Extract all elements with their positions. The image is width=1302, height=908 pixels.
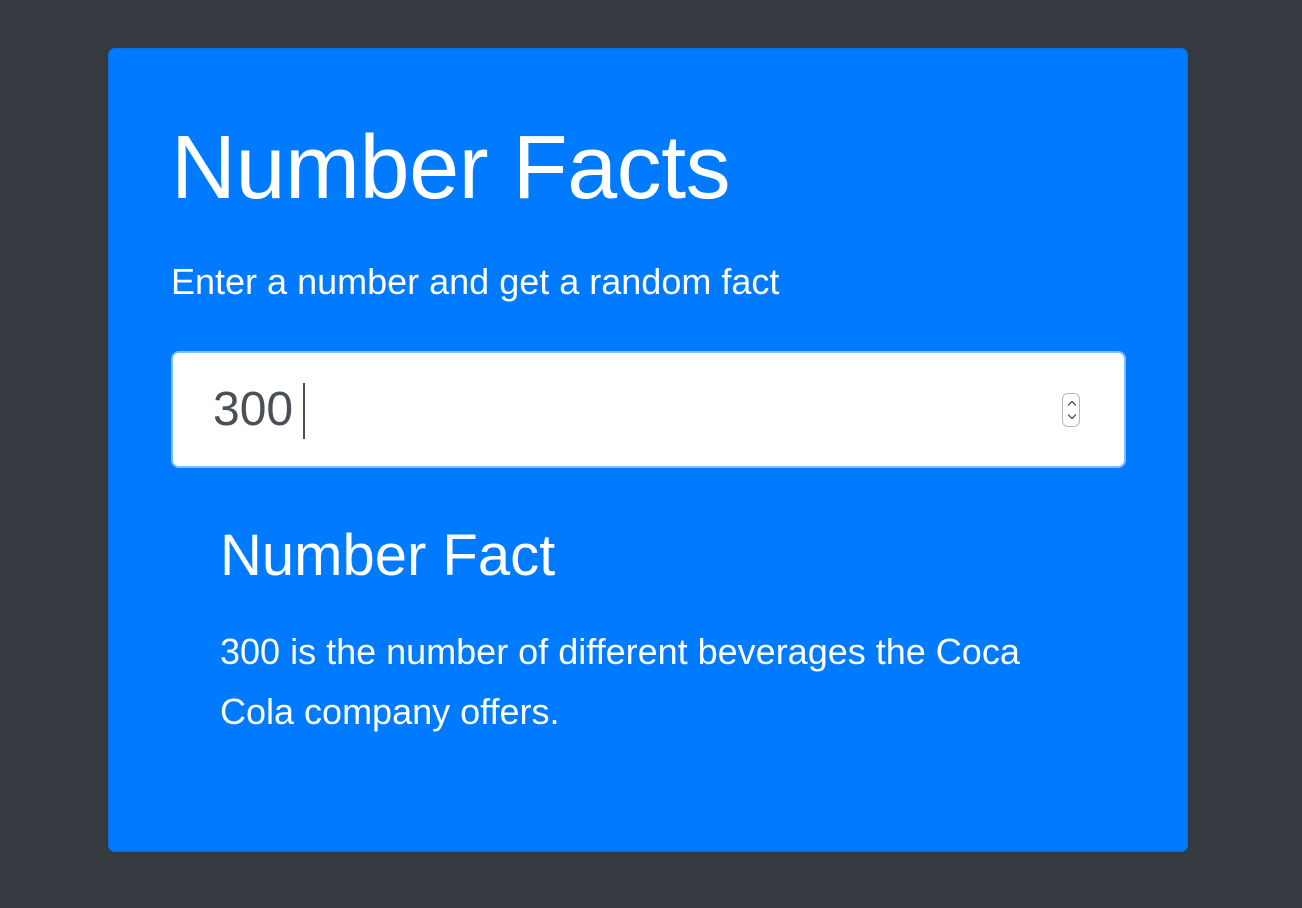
number-input[interactable] [213,353,1053,466]
number-input-field[interactable] [171,351,1126,468]
number-facts-card: Number Facts Enter a number and get a ra… [108,48,1188,852]
page-title: Number Facts [171,118,731,218]
fact-text: 300 is the number of different beverages… [220,631,1020,732]
number-stepper[interactable] [1062,393,1080,427]
page-subtitle: Enter a number and get a random fact [171,261,780,302]
chevron-down-icon[interactable] [1066,410,1078,424]
chevron-up-icon[interactable] [1066,396,1078,410]
fact-heading: Number Fact [220,523,556,588]
text-cursor [303,383,305,439]
